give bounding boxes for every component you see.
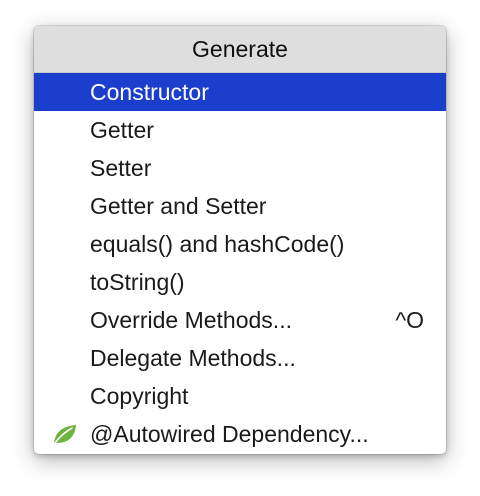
generate-menu-list: Constructor Getter Setter Getter and Set…: [34, 73, 446, 453]
menu-item-delegate-methods[interactable]: Delegate Methods...: [34, 339, 446, 377]
menu-item-label: Getter and Setter: [90, 192, 267, 219]
menu-item-label: Delegate Methods...: [90, 344, 296, 371]
menu-item-label: Getter: [90, 116, 154, 143]
popup-title: Generate: [34, 26, 446, 73]
menu-item-label: Override Methods...: [90, 306, 292, 333]
menu-item-label: equals() and hashCode(): [90, 230, 345, 257]
menu-item-autowired-dependency[interactable]: @Autowired Dependency...: [34, 415, 446, 453]
shortcut-hint: ^O: [395, 306, 424, 333]
menu-item-copyright[interactable]: Copyright: [34, 377, 446, 415]
menu-item-label: @Autowired Dependency...: [90, 420, 369, 447]
menu-item-label: Constructor: [90, 78, 209, 105]
menu-item-label: Copyright: [90, 382, 189, 409]
menu-item-getter-and-setter[interactable]: Getter and Setter: [34, 187, 446, 225]
menu-item-override-methods[interactable]: Override Methods... ^O: [34, 301, 446, 339]
menu-item-label: Setter: [90, 154, 152, 181]
menu-item-label: toString(): [90, 268, 185, 295]
menu-item-setter[interactable]: Setter: [34, 149, 446, 187]
generate-popup: Generate Constructor Getter Setter Gette…: [34, 26, 446, 454]
menu-item-getter[interactable]: Getter: [34, 111, 446, 149]
menu-item-tostring[interactable]: toString(): [34, 263, 446, 301]
spring-leaf-icon: [52, 423, 78, 445]
menu-item-equals-hashcode[interactable]: equals() and hashCode(): [34, 225, 446, 263]
menu-item-constructor[interactable]: Constructor: [34, 73, 446, 111]
